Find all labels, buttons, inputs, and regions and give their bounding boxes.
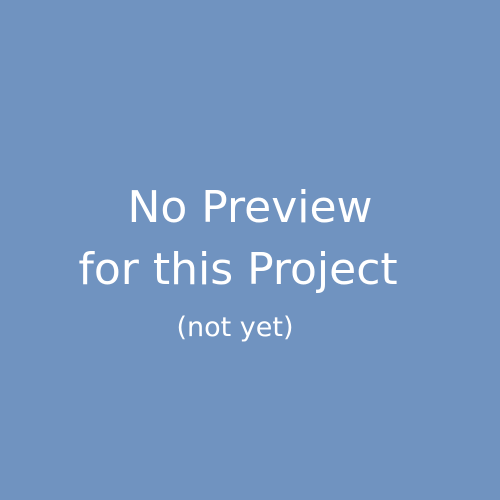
no-preview-placeholder: No Preview for this Project (not yet) xyxy=(0,0,500,500)
no-preview-subheading: for this Project xyxy=(78,244,398,295)
no-preview-heading: No Preview xyxy=(127,182,373,233)
no-preview-note: (not yet) xyxy=(176,312,294,343)
